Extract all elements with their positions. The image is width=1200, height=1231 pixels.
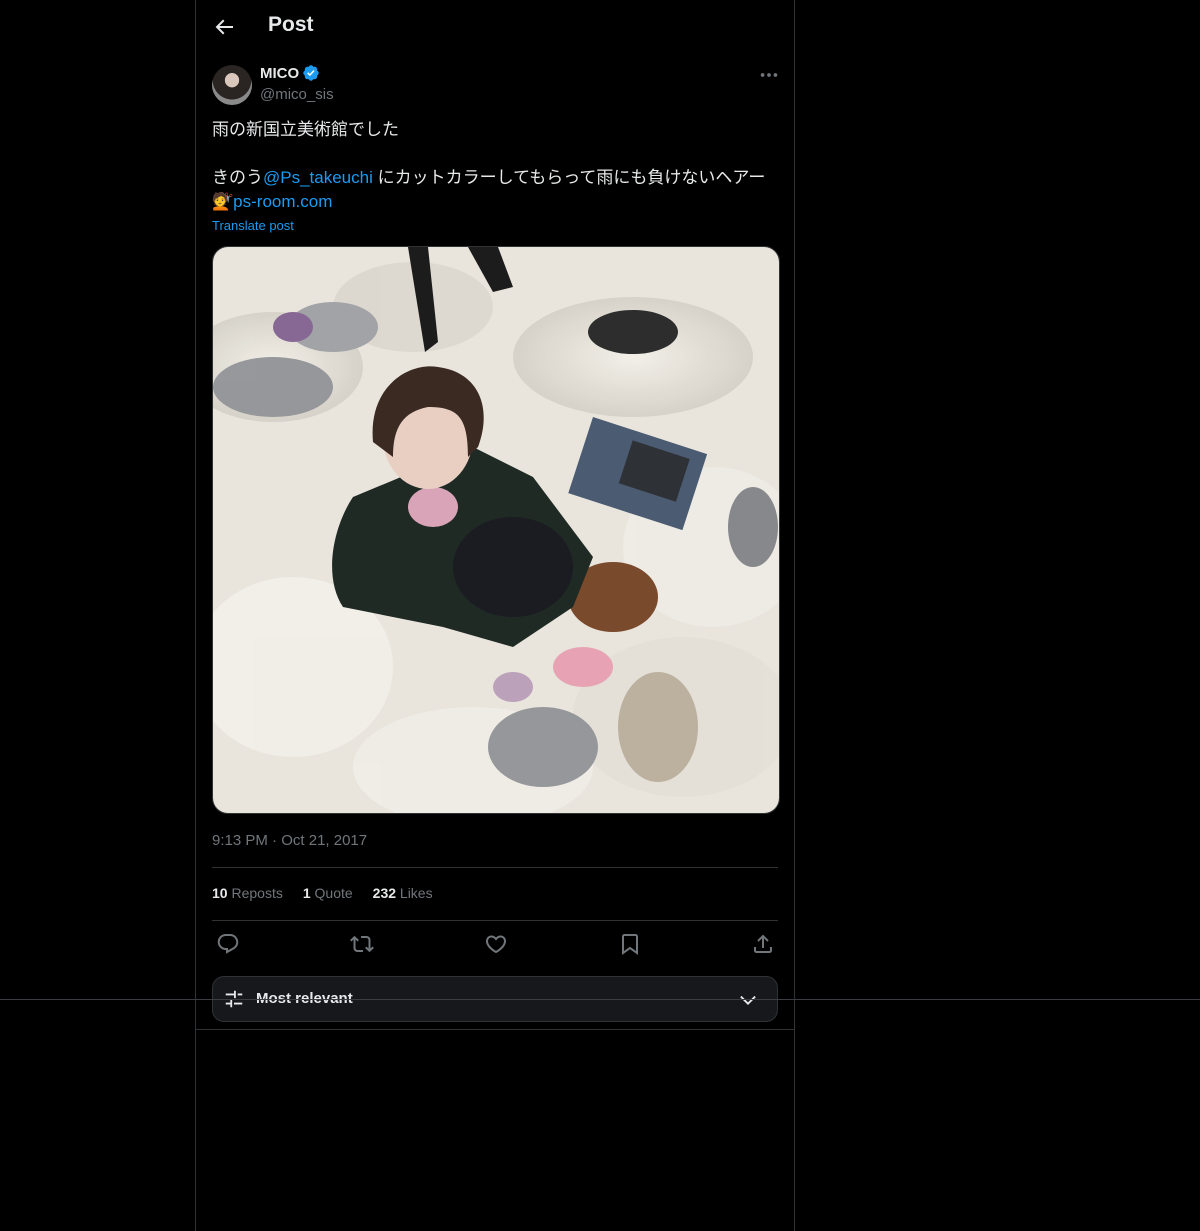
tweet-line-2-suffix: にカットカラーしてもらって雨にも負けないヘアー (372, 168, 766, 187)
author-handle[interactable]: @mico_sis (260, 86, 334, 103)
tweet-image[interactable] (212, 246, 780, 814)
divider (212, 867, 778, 868)
likes-label: Likes (399, 885, 433, 901)
post-date: Oct 21, 2017 (281, 832, 368, 849)
reply-icon[interactable] (216, 932, 240, 956)
reposts-label: Reposts (231, 885, 283, 901)
tweet-line-1: 雨の新国立美術館でした (212, 120, 399, 139)
mention-link[interactable]: @Ps_takeuchi (263, 168, 373, 187)
top-bar: Post (196, 0, 794, 54)
translate-post-link[interactable]: Translate post (212, 218, 294, 233)
back-arrow-icon[interactable] (212, 15, 236, 39)
quotes-count: 1 (302, 885, 311, 901)
author-display-name[interactable]: MICO (260, 65, 299, 82)
post-timestamp[interactable]: 9:13 PM · Oct 21, 2017 (212, 832, 367, 849)
like-heart-icon[interactable] (484, 932, 508, 956)
divider (196, 1029, 794, 1030)
engagement-stats: 10 Reposts 1 Quote 232 Likes (212, 885, 433, 901)
more-options-icon[interactable] (758, 64, 780, 86)
likes-count: 232 (372, 885, 397, 901)
url-link[interactable]: ps-room.com (233, 192, 332, 211)
author-name-row[interactable]: MICO (260, 64, 320, 82)
tweet-text: 雨の新国立美術館でした きのう@Ps_takeuchi にカットカラーしてもらっ… (212, 118, 782, 214)
hairdresser-emoji-icon: 💇 (212, 192, 234, 211)
photo-illustration (213, 247, 779, 813)
post-column: Post MICO @mico_sis 雨の新国立美術館でした きのう@Ps_t… (195, 0, 795, 1231)
quotes-stat[interactable]: 1 Quote (303, 885, 353, 901)
divider (212, 920, 778, 921)
page-title: Post (268, 13, 314, 36)
repost-icon[interactable] (350, 932, 374, 956)
reposts-count: 10 (212, 885, 228, 901)
timestamp-separator: · (272, 832, 278, 849)
verified-badge-icon (303, 65, 319, 81)
reposts-stat[interactable]: 10 Reposts (212, 885, 283, 901)
quotes-label: Quote (314, 885, 353, 901)
bookmark-icon[interactable] (618, 932, 642, 956)
chevron-down-icon (740, 995, 756, 1005)
avatar[interactable] (212, 65, 252, 105)
tweet-line-2-prefix: きのう (212, 168, 263, 187)
horizontal-guide-line (0, 999, 1200, 1000)
share-icon[interactable] (751, 932, 775, 956)
likes-stat[interactable]: 232 Likes (373, 885, 433, 901)
post-time: 9:13 PM (212, 832, 268, 849)
